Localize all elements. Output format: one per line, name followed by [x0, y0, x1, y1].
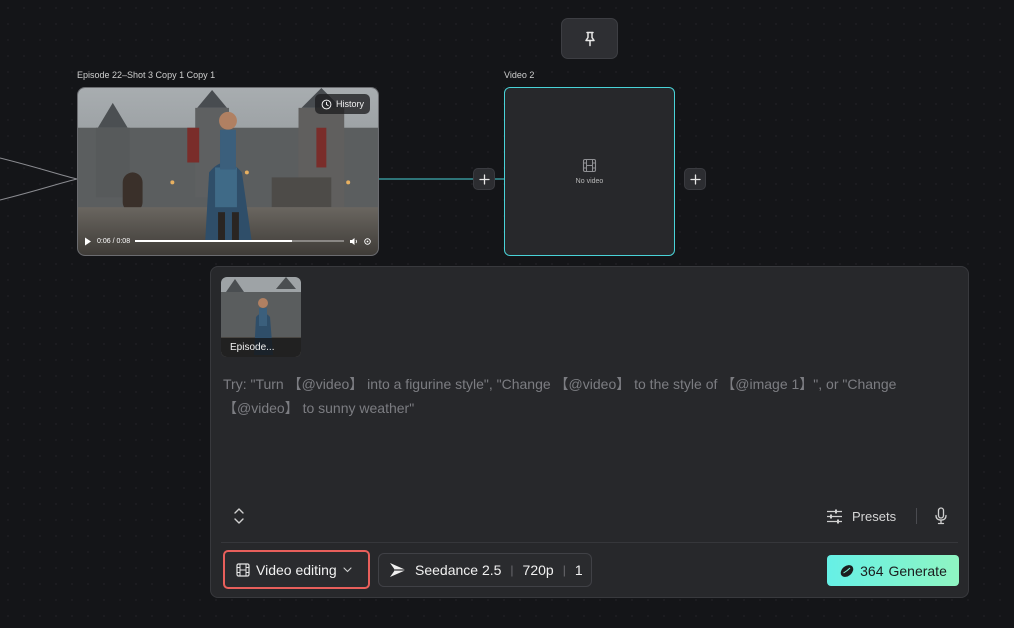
separator: |	[510, 563, 514, 577]
plus-icon	[689, 173, 701, 185]
player-controls: 0:06 / 0:08	[84, 235, 372, 247]
mode-dropdown[interactable]: Video editing	[223, 550, 370, 589]
progress-fill	[135, 240, 292, 242]
microphone-button[interactable]	[930, 505, 952, 527]
resolution-value: 720p	[522, 562, 554, 578]
film-icon	[582, 158, 597, 173]
toolbar-divider	[221, 542, 958, 543]
divider	[916, 508, 917, 524]
sliders-icon	[827, 509, 842, 523]
node1-title: Episode 22–Shot 3 Copy 1 Copy 1	[77, 70, 216, 80]
generate-cost: 364	[860, 562, 884, 579]
video-node-1[interactable]: History 0:06 / 0:08	[77, 87, 379, 256]
player-time: 0:06 / 0:08	[97, 237, 131, 245]
chevron-up-down-icon	[234, 508, 244, 524]
seedance-logo-icon	[390, 563, 406, 577]
reference-thumbnail[interactable]: Episode...	[221, 277, 301, 357]
volume-icon[interactable]	[349, 237, 358, 246]
model-name: Seedance 2.5	[415, 562, 502, 578]
add-node-button-right[interactable]	[684, 168, 706, 190]
pin-button[interactable]	[561, 18, 618, 59]
count-value: 1	[574, 562, 583, 578]
play-icon[interactable]	[84, 237, 92, 246]
history-label: History	[335, 99, 364, 109]
chevron-down-icon	[343, 566, 352, 572]
presets-label: Presets	[852, 508, 897, 524]
model-settings-dropdown[interactable]: Seedance 2.5 | 720p | 1	[378, 553, 592, 587]
history-button[interactable]: History	[314, 94, 370, 114]
microphone-icon	[935, 507, 947, 525]
credits-bean-icon	[840, 564, 854, 577]
presets-button[interactable]: Presets	[826, 505, 896, 527]
history-icon	[321, 99, 332, 109]
pin-icon	[584, 31, 595, 46]
generate-button[interactable]: 364 Generate	[827, 555, 959, 586]
prompt-input[interactable]: Try: "Turn 【@video】 into a figurine styl…	[223, 372, 958, 420]
reference-label: Episode...	[221, 338, 301, 357]
add-node-button-left[interactable]	[473, 168, 495, 190]
video-node-2[interactable]: No video	[504, 87, 675, 256]
separator: |	[562, 563, 566, 577]
film-icon	[236, 562, 250, 577]
no-video-text: No video	[575, 178, 604, 185]
expand-button[interactable]	[229, 505, 249, 527]
node2-title: Video 2	[504, 70, 535, 80]
prompt-panel: Episode... Try: "Turn 【@video】 into a fi…	[210, 266, 969, 598]
plus-icon	[478, 173, 490, 185]
generate-label: Generate	[888, 562, 947, 579]
progress-bar[interactable]	[135, 240, 344, 242]
settings-icon[interactable]	[363, 237, 372, 246]
mode-label: Video editing	[256, 561, 337, 578]
